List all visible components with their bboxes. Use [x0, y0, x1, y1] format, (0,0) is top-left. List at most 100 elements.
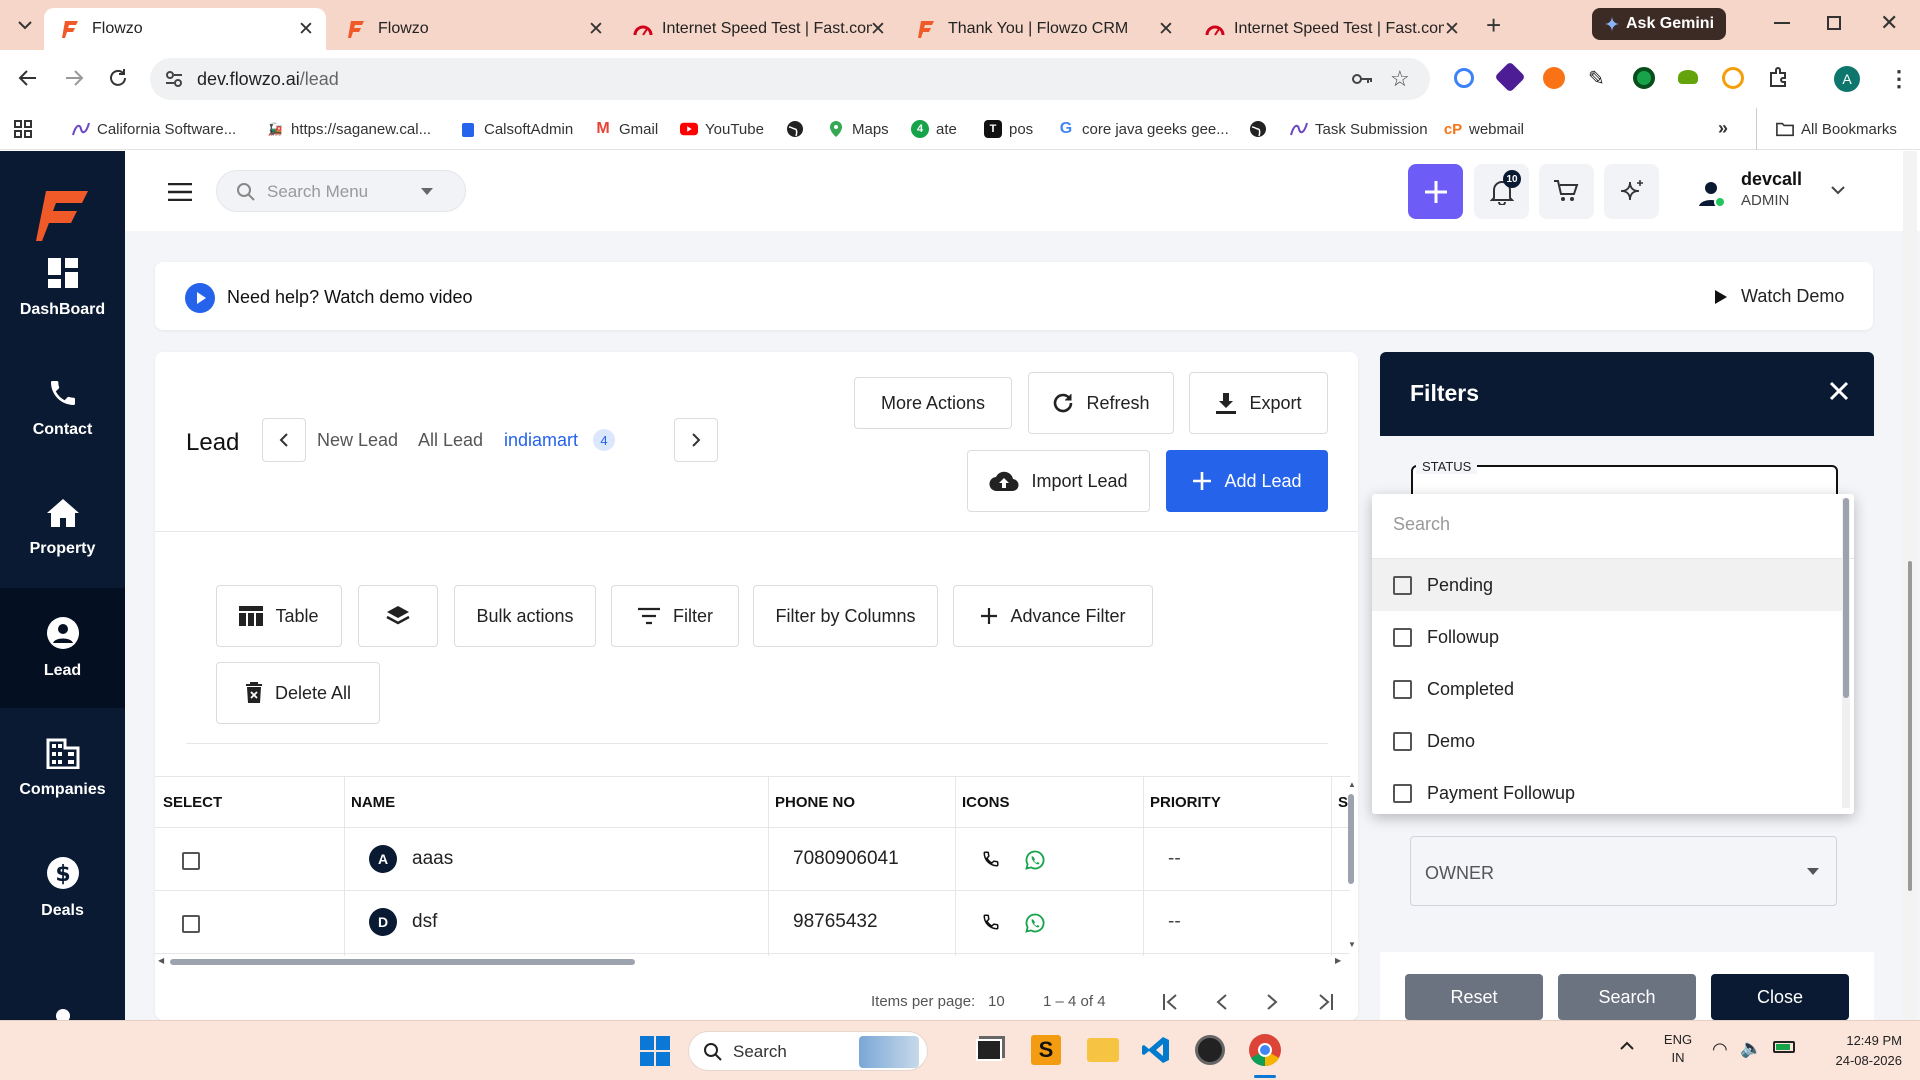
owner-select[interactable]: OWNER	[1410, 836, 1837, 906]
column-header-select[interactable]: SELECT	[163, 776, 222, 828]
extensions-puzzle-icon[interactable]	[1768, 66, 1790, 88]
column-header-phone[interactable]: PHONE NO	[775, 776, 855, 828]
row-checkbox[interactable]	[182, 852, 200, 870]
browser-tab-3[interactable]: Internet Speed Test | Fast.com ✕	[614, 8, 900, 50]
apps-grid-icon[interactable]	[14, 120, 32, 138]
whatsapp-icon[interactable]	[1025, 913, 1045, 933]
status-option-followup[interactable]: Followup	[1372, 611, 1842, 663]
call-icon[interactable]	[982, 850, 1000, 868]
call-icon[interactable]	[982, 913, 1000, 931]
minimize-window-icon[interactable]	[1774, 22, 1790, 24]
tab-close-icon[interactable]: ✕	[588, 18, 604, 41]
bookmark-item[interactable]: cP webmail	[1444, 108, 1524, 150]
last-page-icon[interactable]	[1312, 993, 1334, 1011]
extension-icon-1[interactable]	[1454, 68, 1474, 88]
status-option-payment-followup[interactable]: Payment Followup	[1372, 767, 1842, 814]
column-header-name[interactable]: NAME	[351, 776, 395, 828]
tab-search-chevron-icon[interactable]	[14, 14, 36, 36]
file-explorer-icon[interactable]	[1087, 1038, 1119, 1062]
delete-all-button[interactable]: Delete All	[216, 662, 380, 724]
row-checkbox[interactable]	[182, 915, 200, 933]
bookmark-item[interactable]: YouTube	[680, 108, 764, 150]
close-window-icon[interactable]: ✕	[1880, 10, 1898, 36]
filter-by-columns-button[interactable]: Filter by Columns	[753, 585, 938, 647]
tab-close-icon[interactable]: ✕	[298, 18, 314, 41]
quick-add-button[interactable]	[1408, 164, 1463, 219]
tab-close-icon[interactable]: ✕	[1158, 18, 1174, 41]
address-bar[interactable]: dev.flowzo.ai/lead ☆	[150, 58, 1430, 100]
lead-name[interactable]: dsf	[412, 911, 437, 933]
tab-new-lead[interactable]: New Lead	[317, 430, 398, 451]
chrome-icon[interactable]	[1248, 1033, 1282, 1067]
option-checkbox[interactable]	[1393, 575, 1412, 595]
filters-search-button[interactable]: Search	[1558, 974, 1696, 1020]
sidebar-item-property[interactable]: Property	[0, 468, 125, 588]
status-option-demo[interactable]: Demo	[1372, 715, 1842, 767]
status-option-pending[interactable]: Pending	[1372, 559, 1842, 611]
back-arrow-icon[interactable]	[16, 66, 40, 90]
bookmark-star-icon[interactable]: ☆	[1390, 66, 1410, 92]
import-lead-button[interactable]: Import Lead	[967, 450, 1150, 512]
more-actions-button[interactable]: More Actions	[854, 377, 1012, 429]
new-tab-plus-icon[interactable]: +	[1486, 10, 1501, 41]
bookmark-item[interactable]: Maps	[827, 108, 889, 150]
restore-window-icon[interactable]	[1827, 16, 1841, 30]
close-icon[interactable]	[1828, 380, 1850, 402]
app-icon[interactable]	[1195, 1035, 1225, 1065]
tab-indiamart[interactable]: indiamart	[504, 430, 578, 451]
reload-icon[interactable]	[106, 66, 130, 90]
option-checkbox[interactable]	[1393, 731, 1412, 751]
sublime-text-icon[interactable]: S	[1031, 1035, 1061, 1065]
hamburger-menu-icon[interactable]	[168, 183, 192, 201]
browser-tab-4[interactable]: Thank You | Flowzo CRM ✕	[900, 8, 1186, 50]
bookmark-item[interactable]	[1249, 108, 1274, 150]
user-avatar[interactable]	[1696, 178, 1726, 208]
table-horizontal-scrollbar[interactable]: ◀ ▶	[155, 956, 1345, 968]
add-lead-button[interactable]: Add Lead	[1166, 450, 1328, 512]
filter-button[interactable]: Filter	[611, 585, 739, 647]
advance-filter-button[interactable]: Advance Filter	[953, 585, 1153, 647]
browser-tab-2[interactable]: Flowzo ✕	[330, 8, 612, 50]
browser-menu-icon[interactable]: ⋮	[1888, 66, 1910, 92]
bookmark-item[interactable]: Tpos	[984, 108, 1033, 150]
ask-gemini-button[interactable]: Ask Gemini	[1592, 8, 1726, 40]
watch-demo-button[interactable]: Watch Demo	[1715, 286, 1844, 307]
first-page-icon[interactable]	[1162, 993, 1184, 1011]
system-clock[interactable]: 12:49 PM 24-08-2026	[1812, 1031, 1903, 1071]
bookmark-item[interactable]: 🚂 https://saganew.cal...	[266, 108, 432, 150]
windows-start-icon[interactable]	[640, 1036, 670, 1066]
reset-button[interactable]: Reset	[1405, 974, 1543, 1020]
more-bookmarks-chevron-icon[interactable]: »	[1718, 118, 1728, 139]
taskbar-search-box[interactable]: Search	[688, 1031, 928, 1071]
pen-extension-icon[interactable]: ✎	[1588, 66, 1605, 91]
language-indicator[interactable]: ENG IN	[1663, 1031, 1693, 1067]
play-circle-icon[interactable]	[185, 283, 215, 313]
dropdown-search-input[interactable]: Search	[1393, 514, 1450, 535]
notifications-button[interactable]: 10	[1474, 164, 1529, 219]
prev-page-icon[interactable]	[1215, 993, 1229, 1011]
tray-chevron-up-icon[interactable]	[1620, 1041, 1634, 1051]
status-option-completed[interactable]: Completed	[1372, 663, 1842, 715]
column-header-priority[interactable]: PRIORITY	[1150, 776, 1221, 828]
battery-icon[interactable]	[1773, 1041, 1795, 1053]
bulk-actions-button[interactable]: Bulk actions	[454, 585, 596, 647]
sidebar-item-contact[interactable]: Contact	[0, 348, 125, 468]
whatsapp-icon[interactable]	[1025, 850, 1045, 870]
column-header-icons[interactable]: ICONS	[962, 776, 1010, 828]
bookmark-item[interactable]: CalsoftAdmin	[459, 108, 573, 150]
task-view-icon[interactable]	[976, 1039, 1002, 1061]
tab-close-icon[interactable]: ✕	[1444, 18, 1460, 41]
all-bookmarks-button[interactable]: All Bookmarks	[1776, 108, 1897, 150]
extension-icon-5[interactable]	[1633, 67, 1655, 89]
filters-close-button[interactable]: Close	[1711, 974, 1849, 1020]
extension-icon-6[interactable]	[1678, 70, 1698, 84]
extension-icon-7[interactable]	[1722, 67, 1744, 89]
profile-avatar[interactable]: A	[1834, 66, 1860, 92]
bookmark-item[interactable]: 4 ate	[911, 108, 957, 150]
volume-icon[interactable]: 🔈	[1740, 1038, 1762, 1059]
option-checkbox[interactable]	[1393, 783, 1412, 803]
sidebar-item-deals[interactable]: $ Deals	[0, 828, 125, 948]
layers-button[interactable]	[358, 585, 438, 647]
export-button[interactable]: Export	[1189, 372, 1328, 434]
browser-tab-5[interactable]: Internet Speed Test | Fast.com ✕	[1186, 8, 1472, 50]
